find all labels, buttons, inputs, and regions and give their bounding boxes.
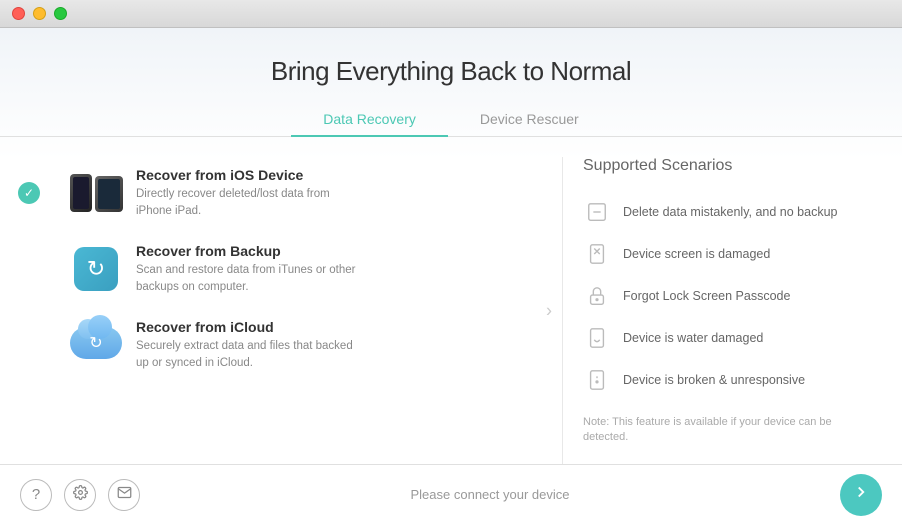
scenario-lock: Forgot Lock Screen Passcode (583, 275, 862, 317)
scenario-delete: Delete data mistakenly, and no backup (583, 191, 862, 233)
scenarios-panel: Supported Scenarios Delete data mistaken… (562, 157, 862, 464)
tab-data-recovery[interactable]: Data Recovery (291, 103, 448, 137)
scenarios-title: Supported Scenarios (583, 157, 862, 175)
scenario-broken-text: Device is broken & unresponsive (623, 373, 805, 387)
tab-device-rescuer[interactable]: Device Rescuer (448, 103, 611, 137)
status-text: Please connect your device (140, 487, 840, 502)
icloud-icon: ↻ (70, 319, 122, 371)
recovery-options-panel: ✓ Recover from iOS Device Directly recov… (40, 157, 542, 464)
screen-scenario-icon (583, 240, 611, 268)
ios-device-icon (70, 167, 122, 219)
backup-icon: ↻ (70, 243, 122, 295)
maximize-button[interactable] (54, 7, 67, 20)
scenario-delete-text: Delete data mistakenly, and no backup (623, 205, 837, 219)
minimize-button[interactable] (33, 7, 46, 20)
scenario-screen: Device screen is damaged (583, 233, 862, 275)
selected-check-icon: ✓ (18, 182, 40, 204)
title-bar (0, 0, 902, 28)
main-content: Bring Everything Back to Normal Data Rec… (0, 28, 902, 464)
email-button[interactable] (108, 479, 140, 511)
lock-scenario-icon (583, 282, 611, 310)
next-arrow-icon (852, 483, 870, 506)
close-button[interactable] (12, 7, 25, 20)
page-title: Bring Everything Back to Normal (0, 56, 902, 87)
scenario-water-text: Device is water damaged (623, 331, 763, 345)
scenario-water: Device is water damaged (583, 317, 862, 359)
settings-icon (73, 485, 88, 504)
help-button[interactable]: ? (20, 479, 52, 511)
scenario-broken: Device is broken & unresponsive (583, 359, 862, 401)
footer: ? Please connect your device (0, 464, 902, 524)
footer-left-buttons: ? (20, 479, 140, 511)
delete-scenario-icon (583, 198, 611, 226)
broken-scenario-icon (583, 366, 611, 394)
icloud-option[interactable]: ↻ Recover from iCloud Securely extract d… (40, 309, 542, 381)
tab-bar: Data Recovery Device Rescuer (0, 103, 902, 137)
next-button[interactable] (840, 474, 882, 516)
water-scenario-icon (583, 324, 611, 352)
settings-button[interactable] (64, 479, 96, 511)
ios-device-text: Recover from iOS Device Directly recover… (136, 167, 356, 218)
help-icon: ? (32, 486, 40, 503)
ios-device-option[interactable]: ✓ Recover from iOS Device Directly recov… (40, 157, 542, 229)
email-icon (117, 485, 132, 504)
header: Bring Everything Back to Normal Data Rec… (0, 28, 902, 137)
backup-option[interactable]: ↻ Recover from Backup Scan and restore d… (40, 233, 542, 305)
scenarios-note: Note: This feature is available if your … (583, 415, 862, 446)
scenario-lock-text: Forgot Lock Screen Passcode (623, 289, 790, 303)
icloud-text: Recover from iCloud Securely extract dat… (136, 319, 356, 370)
scenario-screen-text: Device screen is damaged (623, 247, 770, 261)
backup-text: Recover from Backup Scan and restore dat… (136, 243, 356, 294)
panel-divider-arrow: › (546, 300, 552, 321)
content-area: ✓ Recover from iOS Device Directly recov… (0, 137, 902, 464)
